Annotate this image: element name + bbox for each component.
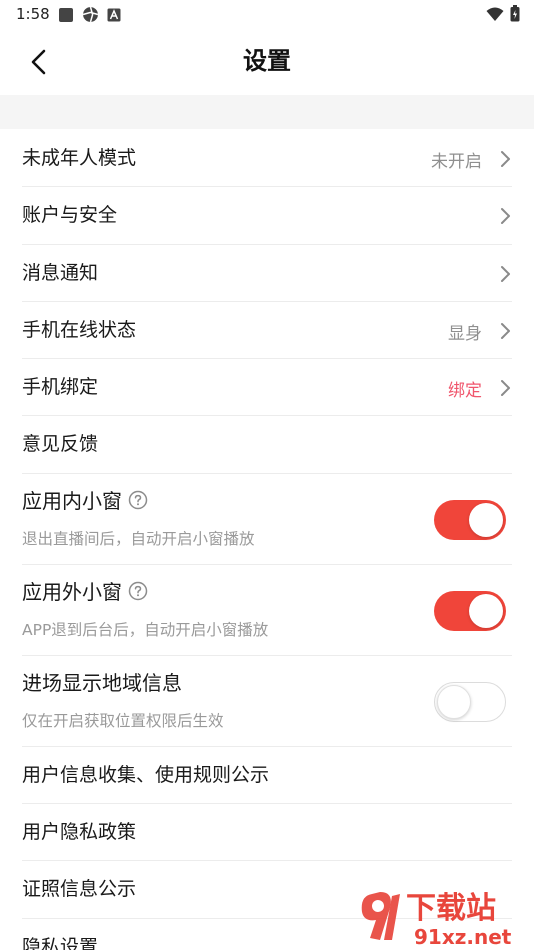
row-label: 用户隐私政策 — [22, 821, 137, 844]
status-system-icons — [486, 5, 520, 22]
settings-row-phone-binding[interactable]: 手机绑定 绑定 — [22, 359, 512, 417]
battery-icon — [510, 5, 520, 22]
font-a-icon — [107, 8, 121, 21]
chevron-right-icon — [501, 322, 510, 339]
help-circle-icon[interactable] — [128, 490, 148, 510]
section-divider — [0, 95, 534, 129]
row-subtitle: 退出直播间后，自动开启小窗播放 — [22, 529, 255, 548]
row-value: 未开启 — [431, 152, 482, 172]
row-value: 绑定 — [448, 381, 482, 402]
app-square-icon — [59, 7, 73, 22]
settings-row-region-info: 进场显示地域信息 仅在开启获取位置权限后生效 — [22, 656, 512, 747]
wifi-icon — [486, 7, 504, 21]
page-title: 设置 — [243, 47, 291, 75]
toggle-knob — [437, 684, 471, 719]
chevron-right-icon — [501, 208, 510, 225]
settings-row-out-app-pip: 应用外小窗 APP退到后台后，自动开启小窗播放 — [22, 565, 512, 656]
row-label: 未成年人模式 — [22, 147, 137, 169]
row-label: 账户与安全 — [22, 204, 118, 227]
nav-bar: 设置 — [0, 30, 534, 94]
in-app-pip-toggle[interactable] — [434, 499, 506, 540]
settings-row-online-status[interactable]: 手机在线状态 显身 — [22, 302, 512, 360]
aperture-icon — [82, 6, 99, 23]
row-label: 隐私设置 — [22, 935, 99, 950]
settings-row-in-app-pip: 应用内小窗 退出直播间后，自动开启小窗播放 — [22, 474, 512, 565]
toggle-knob — [469, 593, 503, 628]
settings-list: 未成年人模式 未开启 账户与安全 消息通知 手机在线状态 显身 手机绑定 绑定 … — [0, 130, 534, 950]
site-watermark: 下载站 91xz.net — [361, 891, 512, 949]
status-time: 1:58 — [16, 5, 50, 23]
row-label: 手机绑定 — [22, 376, 99, 399]
watermark-main-text: 下载站 — [406, 891, 496, 926]
settings-row-info-collection-rules[interactable]: 用户信息收集、使用规则公示 — [22, 747, 512, 805]
chevron-right-icon — [501, 265, 510, 282]
toggle-knob — [469, 502, 503, 537]
settings-row-notifications[interactable]: 消息通知 — [22, 245, 512, 302]
row-label: 证照信息公示 — [22, 878, 137, 901]
out-app-pip-toggle[interactable] — [434, 590, 506, 631]
status-notification-icons — [58, 6, 121, 23]
row-value: 显身 — [448, 323, 482, 344]
settings-row-privacy-policy[interactable]: 用户隐私政策 — [22, 804, 512, 862]
chevron-right-icon — [501, 380, 510, 397]
settings-row-minor-mode[interactable]: 未成年人模式 未开启 — [22, 130, 512, 188]
row-subtitle: APP退到后台后，自动开启小窗播放 — [22, 620, 269, 639]
region-info-toggle[interactable] — [434, 681, 506, 722]
chevron-right-icon — [501, 151, 510, 167]
row-label: 意见反馈 — [22, 433, 99, 456]
row-label: 进场显示地域信息 — [22, 670, 182, 695]
status-bar: 1:58 — [0, 0, 534, 30]
help-circle-icon[interactable] — [128, 581, 148, 601]
row-label: 应用内小窗 — [22, 488, 148, 514]
settings-row-account-security[interactable]: 账户与安全 — [22, 187, 512, 245]
row-label: 手机在线状态 — [22, 318, 137, 341]
settings-row-feedback[interactable]: 意见反馈 — [22, 416, 512, 474]
row-label: 用户信息收集、使用规则公示 — [22, 763, 270, 786]
row-subtitle: 仅在开启获取位置权限后生效 — [22, 711, 224, 730]
watermark-url-text: 91xz.net — [414, 925, 512, 949]
row-label: 应用外小窗 — [22, 579, 148, 605]
row-label: 消息通知 — [22, 261, 99, 284]
